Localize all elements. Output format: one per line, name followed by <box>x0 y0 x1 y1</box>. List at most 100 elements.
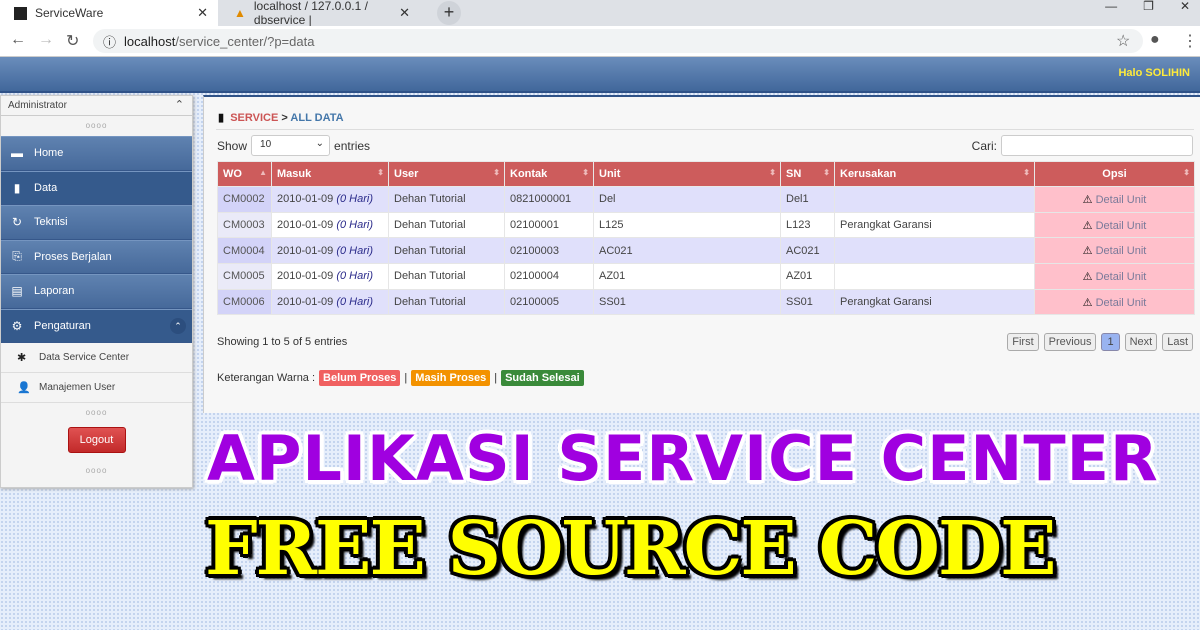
detail-unit-link[interactable]: Detail Unit <box>1096 245 1147 257</box>
chevron-up-icon[interactable]: ⌃ <box>175 98 184 111</box>
date: 2010-01-09 <box>277 270 334 283</box>
sidebar-item-pengaturan[interactable]: ⚙ Pengaturan ⌃ <box>1 308 192 343</box>
badge-belum-proses: Belum Proses <box>319 370 401 386</box>
first-page-button[interactable]: First <box>1007 333 1039 351</box>
next-page-button[interactable]: Next <box>1124 333 1158 351</box>
legend-label: Keterangan Warna : <box>217 372 316 384</box>
page-size-select[interactable]: 10 ⌄ <box>251 135 331 156</box>
cell-kontak: 0821000001 <box>504 186 594 213</box>
detail-unit-link[interactable]: Detail Unit <box>1096 271 1147 283</box>
column-header-wo[interactable]: WO ▲ <box>217 161 272 187</box>
label: Teknisi <box>34 216 68 229</box>
cell-masuk: 2010-01-09 (0 Hari) <box>271 263 389 290</box>
sidebar-item-proses-berjalan[interactable]: ⎘ Proses Berjalan <box>1 239 192 274</box>
close-tab-icon[interactable]: ✕ <box>197 5 208 21</box>
days: (0 Hari) <box>336 219 374 232</box>
new-tab-button[interactable]: + <box>437 1 461 25</box>
sort-icon[interactable]: ⬍ <box>1023 168 1030 177</box>
profile-icon[interactable]: ● <box>1150 31 1160 49</box>
sort-icon[interactable]: ⬍ <box>493 168 500 177</box>
paperclip-icon: ⎘ <box>12 249 22 264</box>
detail-unit-link[interactable]: Detail Unit <box>1096 297 1147 309</box>
cell-kontak: 02100004 <box>504 263 594 290</box>
sidebar-subitem-data-service-center[interactable]: ✱ Data Service Center <box>1 343 192 373</box>
cell-opsi: ⚠ Detail Unit <box>1034 186 1195 213</box>
sort-icon[interactable]: ⬍ <box>823 168 830 177</box>
previous-page-button[interactable]: Previous <box>1043 333 1097 351</box>
browser-tab-bar: ServiceWare ✕ ▲ localhost / 127.0.0.1 / db… <box>0 0 1200 27</box>
sidebar-item-home[interactable]: ▬ Home <box>1 136 192 171</box>
warning-icon: ⚠ <box>1082 245 1093 258</box>
column-header-opsi[interactable]: Opsi ⬍ <box>1034 161 1195 187</box>
crumb-all-data: ALL DATA <box>290 112 344 124</box>
forward-icon[interactable]: → <box>38 31 54 49</box>
date: 2010-01-09 <box>277 244 334 257</box>
url-host: localhost <box>124 33 176 49</box>
search: Cari: <box>972 135 1193 156</box>
sidebar-item-laporan[interactable]: ▤ Laporan <box>1 274 192 309</box>
sort-icon[interactable]: ⬍ <box>769 168 776 177</box>
last-page-button[interactable]: Last <box>1162 333 1193 351</box>
label: Laporan <box>34 285 75 298</box>
close-window-icon[interactable]: ✕ <box>1180 0 1190 12</box>
tab-title: localhost / 127.0.0.1 / dbservice | <box>253 0 368 27</box>
chevron-up-icon[interactable]: ⌃ <box>170 317 186 334</box>
reload-icon[interactable]: ↻ <box>66 31 79 51</box>
column-header-kontak[interactable]: Kontak ⬍ <box>504 161 594 187</box>
search-input[interactable] <box>1001 135 1193 156</box>
warning-icon: ⚠ <box>1082 193 1093 206</box>
role-label: Administrator <box>8 100 67 111</box>
detail-unit-link[interactable]: Detail Unit <box>1096 194 1147 206</box>
column-header-sn[interactable]: SN ⬍ <box>780 161 835 187</box>
date: 2010-01-09 <box>277 296 334 309</box>
days: (0 Hari) <box>336 193 374 206</box>
app-favicon-icon <box>14 6 27 20</box>
sort-icon[interactable]: ⬍ <box>1183 168 1190 177</box>
column-header-masuk[interactable]: Masuk ⬍ <box>271 161 389 187</box>
info-icon: ⓘ <box>103 34 117 50</box>
cell-masuk: 2010-01-09 (0 Hari) <box>271 186 389 213</box>
cell-kerusakan <box>834 237 1035 265</box>
column-label: SN <box>786 168 802 180</box>
browser-tab[interactable]: ▲ localhost / 127.0.0.1 / dbservice | ✕ <box>220 0 420 27</box>
close-tab-icon[interactable]: ✕ <box>399 5 410 21</box>
sidebar-item-teknisi[interactable]: ↻ Teknisi <box>1 205 192 240</box>
gear-icon: ⚙ <box>11 318 23 333</box>
sidebar-role-header[interactable]: Administrator ⌃ <box>1 96 192 116</box>
sort-icon[interactable]: ⬍ <box>582 168 589 177</box>
browser-tab[interactable]: ServiceWare ✕ <box>0 0 218 26</box>
sidebar-item-data[interactable]: ▮ Data <box>1 170 192 205</box>
column-header-user[interactable]: User ⬍ <box>388 161 505 187</box>
asterisk-icon: ✱ <box>17 352 27 364</box>
detail-unit-link[interactable]: Detail Unit <box>1096 220 1147 232</box>
cell-opsi: ⚠ Detail Unit <box>1034 263 1195 290</box>
minimize-icon[interactable]: — <box>1105 0 1117 12</box>
crumb-service[interactable]: SERVICE <box>230 112 278 124</box>
logout-button[interactable]: Logout <box>67 427 126 453</box>
url-input[interactable]: ⓘ localhost/service_center/?p=data <box>93 29 1143 53</box>
page-1-button[interactable]: 1 <box>1101 333 1120 351</box>
inbox-icon: ▬ <box>11 146 23 161</box>
sidebar-subitem-manajemen-user[interactable]: 👤 Manajemen User <box>1 373 192 403</box>
cell-opsi: ⚠ Detail Unit <box>1034 288 1195 316</box>
cell-opsi: ⚠ Detail Unit <box>1034 211 1195 239</box>
cell-wo: CM0003 <box>217 211 272 239</box>
bookmark-icon: ▮ <box>218 112 225 124</box>
column-header-unit[interactable]: Unit ⬍ <box>593 161 781 187</box>
overlay-title: APLIKASI SERVICE CENTER <box>207 422 1159 495</box>
badge-masih-proses: Masih Proses <box>411 370 491 386</box>
cell-wo: CM0002 <box>217 186 272 213</box>
sort-icon[interactable]: ▲ <box>259 168 267 177</box>
column-header-kerusakan[interactable]: Kerusakan ⬍ <box>834 161 1035 187</box>
cell-sn: SS01 <box>780 288 835 316</box>
back-icon[interactable]: ← <box>10 31 26 49</box>
restore-icon[interactable]: ❐ <box>1143 0 1154 12</box>
bookmark-star-icon[interactable]: ☆ <box>1116 31 1130 51</box>
table-row: CM0004 2010-01-09 (0 Hari) Dehan Tutoria… <box>217 237 1195 265</box>
sort-icon[interactable]: ⬍ <box>377 168 384 177</box>
menu-icon[interactable]: ⋮ <box>1182 31 1198 51</box>
label: Home <box>34 147 64 160</box>
divider: oooo <box>85 121 108 130</box>
date: 2010-01-09 <box>277 219 334 232</box>
cell-kerusakan <box>834 186 1035 213</box>
